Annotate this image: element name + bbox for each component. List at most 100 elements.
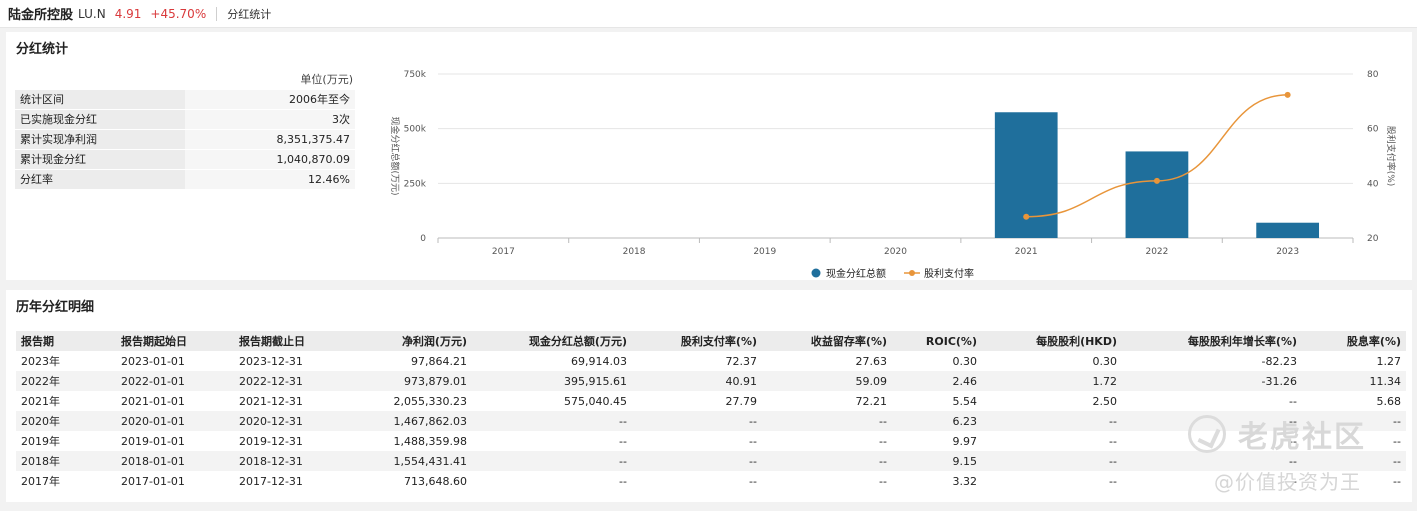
table-cell: -- [762, 451, 892, 471]
table-cell: 5.68 [1302, 391, 1406, 411]
y-right-axis-title: 股利支付率(%) [1385, 126, 1397, 187]
stock-ticker: LU.N [78, 6, 106, 21]
x-tick-label: 2018 [623, 247, 646, 257]
unit-label: 单位(万元) [300, 73, 353, 86]
table-cell: 2022年 [16, 371, 116, 391]
y-left-tick-label: 0 [420, 234, 426, 244]
table-cell: 59.09 [762, 371, 892, 391]
table-cell: -- [982, 431, 1122, 451]
stats-row-value: 2006年至今 [185, 90, 355, 110]
stats-row: 累计实现净利润 8,351,375.47 [15, 130, 355, 150]
table-row: 2017年 2017-01-01 2017-12-31 713,648.60 -- -- -… [16, 471, 1406, 491]
stats-row-label: 累计现金分红 [15, 150, 185, 170]
table-cell: 1,467,862.03 [352, 411, 472, 431]
table-cell: -- [1122, 391, 1302, 411]
legend-bar-marker [811, 268, 821, 278]
table-cell: 2020-12-31 [234, 411, 352, 431]
table-row: 2022年 2022-01-01 2022-12-31 973,879.01 395,9… [16, 371, 1406, 391]
table-cell: 575,040.45 [472, 391, 632, 411]
table-row: 2023年 2023-01-01 2023-12-31 97,864.21 69,914… [16, 351, 1406, 371]
stats-row-label: 统计区间 [15, 90, 185, 110]
table-cell: 2,055,330.23 [352, 391, 472, 411]
dividend-history-title: 历年分红明细 [16, 300, 95, 315]
table-cell: 1,488,359.98 [352, 431, 472, 451]
y-left-tick-label: 500k [404, 125, 427, 135]
table-cell: 2022-01-01 [116, 371, 234, 391]
column-header[interactable]: 股利支付率(%) [632, 331, 762, 351]
watermark-brand-text: 老虎社区 [1238, 420, 1366, 455]
table-cell: 395,915.61 [472, 371, 632, 391]
table-cell: 2021-12-31 [234, 391, 352, 411]
table-cell: 2017年 [16, 471, 116, 491]
table-cell: 27.79 [632, 391, 762, 411]
table-header-row: 报告期 报告期起始日 报告期截止日 净利润(万元) 现金分红总额(万元) 股利支付率(%)… [16, 331, 1406, 351]
table-cell: 97,864.21 [352, 351, 472, 371]
y-left-tick-label: 250k [404, 179, 427, 189]
table-cell: -- [762, 411, 892, 431]
table-cell: -- [762, 471, 892, 491]
tiger-logo-icon [1188, 415, 1226, 453]
table-cell: -- [632, 411, 762, 431]
dividend-stats-title: 分红统计 [16, 42, 69, 57]
table-cell: 2021-01-01 [116, 391, 234, 411]
column-header[interactable]: 报告期起始日 [116, 331, 234, 351]
column-header[interactable]: 报告期 [16, 331, 116, 351]
column-header[interactable]: 现金分红总额(万元) [472, 331, 632, 351]
table-cell: 2017-01-01 [116, 471, 234, 491]
column-header[interactable]: ROIC(%) [892, 331, 982, 351]
watermark-brand: 老虎社区 [1188, 412, 1366, 456]
table-cell: 72.37 [632, 351, 762, 371]
stock-name[interactable]: 陆金所控股 [8, 4, 73, 23]
stats-row: 已实施现金分红 3次 [15, 110, 355, 130]
table-cell: 2020年 [16, 411, 116, 431]
column-header[interactable]: 报告期截止日 [234, 331, 352, 351]
table-cell: 1.27 [1302, 351, 1406, 371]
column-header[interactable]: 每股股利年增长率(%) [1122, 331, 1302, 351]
y-right-tick-label: 20 [1367, 234, 1379, 244]
stats-row-label: 分红率 [15, 170, 185, 190]
table-cell: 2.46 [892, 371, 982, 391]
table-cell: 2019-12-31 [234, 431, 352, 451]
stats-row-label: 已实施现金分红 [15, 110, 185, 130]
table-cell: 27.63 [762, 351, 892, 371]
table-cell: 40.91 [632, 371, 762, 391]
stock-header: 陆金所控股 LU.N 4.91 +45.70% 分红统计 [0, 0, 1417, 28]
column-header[interactable]: 净利润(万元) [352, 331, 472, 351]
watermark-author: @价值投资为王 [1214, 470, 1361, 494]
table-cell: 2018-01-01 [116, 451, 234, 471]
table-cell: -82.23 [1122, 351, 1302, 371]
dividend-chart-svg: 0 250k 500k 750k 20 40 60 80 现金分红总额(万元) 股利支付率(%) 2… [389, 70, 1397, 280]
x-tick-label: 2022 [1145, 247, 1168, 257]
x-tick-label: 2019 [753, 247, 776, 257]
column-header[interactable]: 股息率(%) [1302, 331, 1406, 351]
legend-line-label: 股利支付率 [924, 267, 974, 280]
breadcrumb[interactable]: 分红统计 [227, 6, 271, 22]
bar-2023 [1256, 222, 1320, 238]
table-cell: 5.54 [892, 391, 982, 411]
table-cell: 0.30 [892, 351, 982, 371]
table-cell: 2023-01-01 [116, 351, 234, 371]
dividend-chart[interactable]: 0 250k 500k 750k 20 40 60 80 现金分红总额(万元) 股利支付率(%) 2… [374, 68, 1404, 280]
x-tick-label: 2021 [1015, 247, 1038, 257]
table-cell: 69,914.03 [472, 351, 632, 371]
stats-row: 分红率 12.46% [15, 170, 355, 190]
column-header[interactable]: 每股股利(HKD) [982, 331, 1122, 351]
table-cell: -- [472, 411, 632, 431]
table-cell: -- [632, 451, 762, 471]
x-tick-label: 2020 [884, 247, 907, 257]
table-cell: 2019年 [16, 431, 116, 451]
table-cell: 72.21 [762, 391, 892, 411]
table-cell: 2021年 [16, 391, 116, 411]
column-header[interactable]: 收益留存率(%) [762, 331, 892, 351]
table-cell: 0.30 [982, 351, 1122, 371]
y-right-tick-label: 60 [1367, 125, 1379, 135]
table-cell: 2023年 [16, 351, 116, 371]
stats-row: 累计现金分红 1,040,870.09 [15, 150, 355, 170]
dividend-history-panel: 历年分红明细 报告期 报告期起始日 报告期截止日 净利润(万元) 现金分红总额(万元) 股… [6, 290, 1412, 502]
table-cell: 2018-12-31 [234, 451, 352, 471]
stats-row-value: 12.46% [185, 170, 355, 190]
table-cell: -- [982, 471, 1122, 491]
table-cell: -- [762, 431, 892, 451]
y-left-axis-title: 现金分红总额(万元) [389, 116, 401, 195]
table-cell: -31.26 [1122, 371, 1302, 391]
